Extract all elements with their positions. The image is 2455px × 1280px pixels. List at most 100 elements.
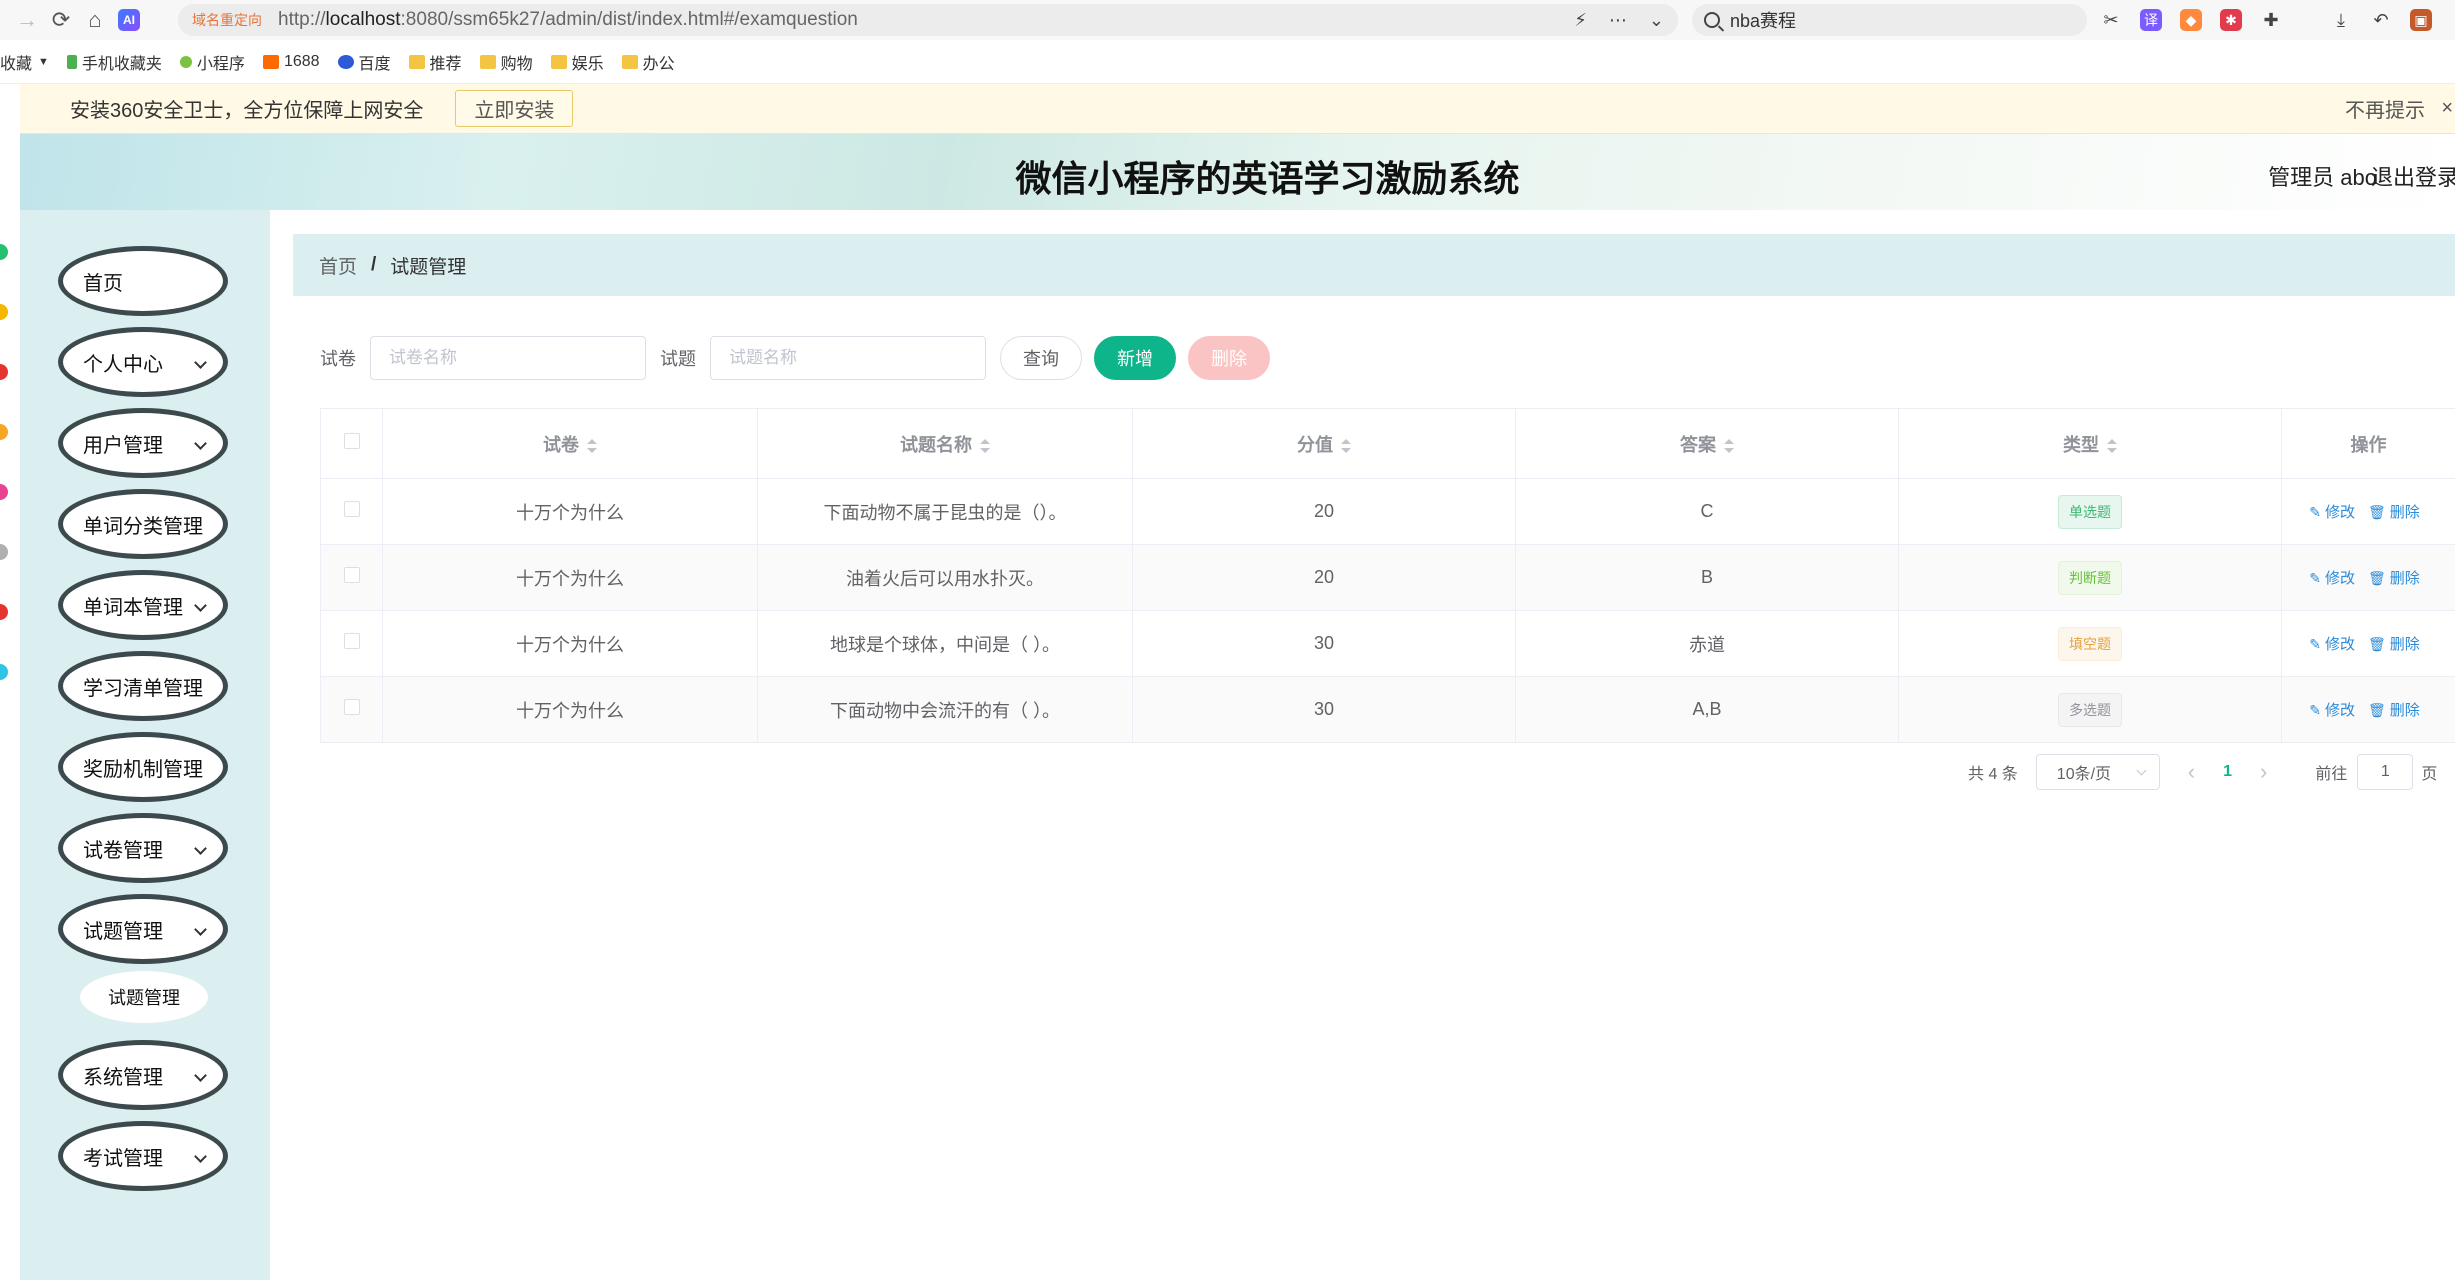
bookmark-baidu[interactable]: 百度 — [337, 50, 391, 74]
sort-icon[interactable] — [1724, 438, 1734, 453]
sidebar-item-exams[interactable]: 考试管理 — [58, 1121, 228, 1191]
column-header-score[interactable]: 分值 — [1132, 408, 1516, 479]
edit-button[interactable]: ✎ 修改 — [2309, 570, 2355, 587]
chevron-down-icon — [194, 923, 207, 936]
sidebar-item-study-list[interactable]: 学习清单管理 — [58, 651, 228, 721]
bookmark-collect[interactable]: 收藏 ▼ — [0, 50, 49, 74]
address-bar[interactable]: 域名重定向 http://localhost:8080/ssm65k27/adm… — [178, 4, 1678, 36]
column-header-name[interactable]: 试题名称 — [757, 408, 1133, 479]
edit-button[interactable]: ✎ 修改 — [2309, 702, 2355, 719]
logout-button[interactable]: 退出登录 — [2371, 160, 2455, 192]
trash-icon: 🗑 — [2367, 702, 2386, 718]
sidebar-item-papers[interactable]: 试卷管理 — [58, 813, 228, 883]
cell-score: 20 — [1132, 544, 1516, 611]
goto-suffix: 页 — [2421, 766, 2438, 783]
select-all-checkbox[interactable] — [343, 433, 360, 449]
edit-button[interactable]: ✎ 修改 — [2309, 504, 2355, 521]
sort-icon[interactable] — [980, 438, 990, 453]
browser-search-box[interactable]: nba赛程 — [1692, 4, 2087, 36]
search-text[interactable]: nba赛程 — [1730, 7, 1796, 33]
batch-delete-button[interactable]: 删除 — [1188, 336, 1270, 380]
undo-icon[interactable]: ↶ — [2370, 9, 2392, 31]
home-icon[interactable]: ⌂ — [78, 3, 112, 37]
cell-type: 填空题 — [1898, 610, 2282, 677]
sidebar-item-system[interactable]: 系统管理 — [58, 1040, 228, 1110]
bookmark-entertainment[interactable]: 娱乐 — [550, 50, 604, 74]
bookmark-recommend[interactable]: 推荐 — [408, 50, 462, 74]
page-number-1[interactable]: 1 — [2223, 763, 2232, 781]
delete-button[interactable]: 🗑 删除 — [2368, 570, 2420, 587]
delete-button[interactable]: 🗑 删除 — [2368, 504, 2420, 521]
app-icon[interactable]: ✱ — [2220, 9, 2242, 31]
reload-icon[interactable]: ⟳ — [44, 3, 78, 37]
menu-icon[interactable]: ≡ — [2450, 9, 2455, 31]
ai-assistant-icon[interactable]: AI — [118, 9, 140, 31]
url-text[interactable]: http://localhost:8080/ssm65k27/admin/dis… — [278, 9, 858, 31]
sidebar-subitem-questions[interactable]: 试题管理 — [80, 971, 208, 1023]
bookmark-mobile[interactable]: 手机收藏夹 — [66, 50, 162, 74]
close-icon[interactable]: × — [2441, 97, 2453, 120]
row-checkbox[interactable] — [343, 699, 360, 715]
more-icon[interactable]: ⋯ — [1609, 10, 1627, 31]
column-header-actions: 操作 — [2281, 408, 2455, 479]
side-app-icon[interactable] — [0, 244, 8, 260]
cell-name: 地球是个球体，中间是（ ）。 — [757, 610, 1133, 677]
prev-page-button[interactable]: ‹ — [2188, 759, 2195, 785]
sidebar-item-questions[interactable]: 试题管理 — [58, 894, 228, 964]
sort-icon[interactable] — [587, 438, 597, 453]
sidebar-item-profile[interactable]: 个人中心 — [58, 327, 228, 397]
sidebar-item-users[interactable]: 用户管理 — [58, 408, 228, 478]
sort-icon[interactable] — [1341, 438, 1351, 453]
download-icon[interactable]: ⤓ — [2330, 9, 2352, 31]
goto-page-input[interactable] — [2357, 754, 2414, 790]
row-checkbox[interactable] — [343, 501, 360, 517]
delete-button[interactable]: 🗑 删除 — [2368, 702, 2420, 719]
query-button[interactable]: 查询 — [1000, 336, 1082, 380]
bookmark-office[interactable]: 办公 — [621, 50, 675, 74]
sidebar-item-word-category[interactable]: 单词分类管理 — [58, 489, 228, 559]
question-name-input[interactable] — [710, 336, 986, 380]
delete-button[interactable]: 🗑 删除 — [2368, 636, 2420, 653]
row-checkbox[interactable] — [343, 567, 360, 583]
translate-icon[interactable]: 译 — [2140, 9, 2162, 31]
bookmark-1688[interactable]: 1688 — [262, 53, 320, 71]
edit-button[interactable]: ✎ 修改 — [2309, 636, 2355, 653]
lightning-icon[interactable]: ⚡ — [1574, 10, 1587, 31]
install-button[interactable]: 立即安装 — [455, 90, 574, 127]
side-app-icon[interactable] — [0, 484, 8, 500]
side-app-icon[interactable] — [0, 544, 8, 560]
sidebar-item-rewards[interactable]: 奖励机制管理 — [58, 732, 228, 802]
sort-icon[interactable] — [2107, 438, 2117, 453]
cell-type: 单选题 — [1898, 478, 2282, 545]
cell-answer: B — [1515, 544, 1899, 611]
bookmark-shopping[interactable]: 购物 — [479, 50, 533, 74]
game-icon[interactable]: ◆ — [2180, 9, 2202, 31]
side-app-icon[interactable] — [0, 664, 8, 680]
puzzle-icon[interactable]: ✚ — [2260, 9, 2282, 31]
add-button[interactable]: 新增 — [1094, 336, 1176, 380]
sidebar-item-home[interactable]: 首页 — [58, 246, 228, 316]
side-app-icon[interactable] — [0, 424, 8, 440]
paper-filter-label: 试卷 — [320, 349, 356, 369]
type-tag: 单选题 — [2058, 494, 2122, 529]
page-size-select[interactable]: 10条/页 — [2035, 754, 2160, 790]
row-checkbox[interactable] — [343, 633, 360, 649]
breadcrumb-home[interactable]: 首页 — [319, 252, 357, 279]
chevron-down-icon[interactable]: ⌄ — [1649, 10, 1664, 31]
forward-icon[interactable]: → — [10, 3, 44, 37]
column-header-answer[interactable]: 答案 — [1515, 408, 1899, 479]
briefcase-icon[interactable]: ▣ — [2410, 9, 2432, 31]
next-page-button[interactable]: › — [2260, 759, 2267, 785]
sidebar: 首页 个人中心 用户管理 单词分类管理 单词本管理 学习清单管理 奖励机制管理 … — [20, 210, 270, 1280]
scissors-icon[interactable]: ✂ — [2100, 9, 2122, 31]
side-app-icon[interactable] — [0, 304, 8, 320]
column-header-paper[interactable]: 试卷 — [382, 408, 758, 479]
dismiss-link[interactable]: 不再提示 — [2345, 94, 2425, 123]
bookmark-miniapp[interactable]: 小程序 — [179, 50, 245, 74]
side-app-icon[interactable] — [0, 604, 8, 620]
side-app-icon[interactable] — [0, 364, 8, 380]
column-header-type[interactable]: 类型 — [1898, 408, 2282, 479]
sidebar-item-wordbook[interactable]: 单词本管理 — [58, 570, 228, 640]
cell-name: 下面动物中会流汗的有（ ）。 — [757, 676, 1133, 743]
paper-name-input[interactable] — [370, 336, 646, 380]
